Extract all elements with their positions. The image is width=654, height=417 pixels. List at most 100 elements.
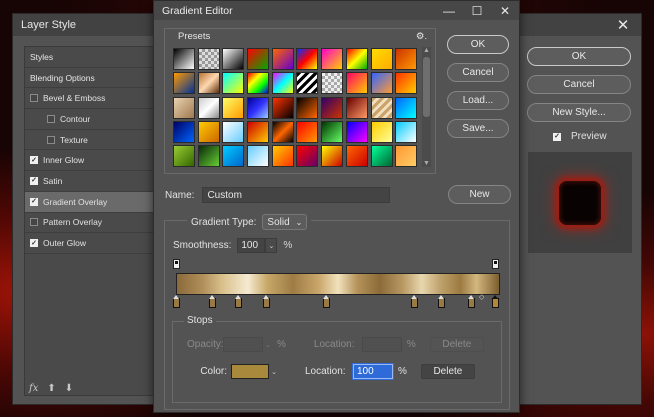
gradient-preset-swatch[interactable]: [345, 145, 368, 168]
color-stop[interactable]: [323, 295, 330, 308]
gradient-preset-swatch[interactable]: [395, 48, 418, 70]
gradient-preset-swatch[interactable]: [197, 145, 220, 168]
gradient-preset-swatch[interactable]: [370, 145, 393, 168]
gradient-preset-swatch[interactable]: [370, 72, 393, 95]
preview-toggle[interactable]: ✓ Preview: [553, 131, 631, 142]
stop-color-swatch[interactable]: [231, 364, 269, 379]
style-checkbox[interactable]: ✓: [30, 197, 38, 206]
gradient-preset-swatch[interactable]: [173, 48, 195, 70]
scroll-up-icon[interactable]: ▲: [422, 47, 431, 54]
gradient-preset-swatch[interactable]: [370, 96, 393, 119]
gradient-preset-swatch[interactable]: [173, 72, 195, 95]
style-checkbox[interactable]: ✓: [30, 176, 38, 185]
gradient-preset-swatch[interactable]: [395, 120, 418, 143]
gradient-preset-swatch[interactable]: [271, 72, 294, 95]
ok-button[interactable]: OK: [527, 47, 631, 66]
gradient-preset-swatch[interactable]: [370, 120, 393, 143]
color-stop[interactable]: [468, 295, 475, 308]
style-item[interactable]: ✓ Satin: [25, 171, 166, 192]
gradient-preset-swatch[interactable]: [271, 96, 294, 119]
gradient-preset-swatch[interactable]: [345, 72, 368, 95]
style-item[interactable]: ✓ Inner Glow: [25, 150, 166, 172]
gradient-preset-swatch[interactable]: [321, 72, 344, 95]
gradient-preset-swatch[interactable]: [247, 145, 270, 168]
gradient-preset-swatch[interactable]: [173, 120, 195, 143]
scroll-down-icon[interactable]: ▼: [422, 160, 431, 167]
style-item[interactable]: Styles: [25, 47, 166, 68]
new-button[interactable]: New: [448, 185, 511, 204]
gradient-preset-swatch[interactable]: [222, 72, 245, 95]
move-down-icon[interactable]: ⬇: [65, 383, 73, 394]
selected-color-stop[interactable]: [492, 295, 499, 308]
style-checkbox[interactable]: ✓: [30, 156, 38, 165]
load-button[interactable]: Load...: [447, 91, 509, 110]
gradient-preset-swatch[interactable]: [222, 48, 245, 70]
gradient-preset-swatch[interactable]: [370, 48, 393, 70]
gradient-preset-swatch[interactable]: [247, 120, 270, 143]
presets-label[interactable]: Presets: [178, 31, 210, 42]
preview-checkbox[interactable]: ✓: [553, 132, 561, 141]
close-icon[interactable]: ✕: [491, 4, 519, 18]
midpoint-diamond-icon[interactable]: ◇: [479, 293, 484, 301]
color-stop[interactable]: [411, 295, 418, 308]
gradient-preset-swatch[interactable]: [247, 96, 270, 119]
gradient-preset-swatch[interactable]: [222, 120, 245, 143]
gradient-preset-swatch[interactable]: [271, 145, 294, 168]
chevron-down-icon[interactable]: ⌄: [265, 238, 278, 253]
gradient-preset-swatch[interactable]: [321, 120, 344, 143]
gear-icon[interactable]: ⚙.: [416, 31, 427, 42]
gradient-preset-swatch[interactable]: [222, 145, 245, 168]
name-input[interactable]: Custom: [202, 187, 391, 203]
chevron-down-icon[interactable]: ⌄: [269, 364, 279, 379]
gradient-preset-swatch[interactable]: [395, 96, 418, 119]
color-stop[interactable]: [209, 295, 216, 308]
style-item[interactable]: ✓ Gradient Overlay: [25, 191, 166, 213]
presets-scrollbar[interactable]: ▲ ▼: [422, 47, 431, 167]
gradient-preset-swatch[interactable]: [321, 48, 344, 70]
color-stop[interactable]: [235, 295, 242, 308]
gradient-preset-swatch[interactable]: [197, 96, 220, 119]
style-item[interactable]: ✓ Outer Glow: [25, 233, 166, 254]
gradient-preset-swatch[interactable]: [345, 120, 368, 143]
style-item[interactable]: Bevel & Emboss: [25, 88, 166, 110]
gradient-preset-swatch[interactable]: [271, 48, 294, 70]
gradient-preset-swatch[interactable]: [222, 96, 245, 119]
style-checkbox[interactable]: ✓: [30, 239, 38, 248]
gradient-preset-swatch[interactable]: [247, 72, 270, 95]
fx-icon[interactable]: fx: [29, 383, 38, 394]
gradient-preset-swatch[interactable]: [321, 96, 344, 119]
minimize-icon[interactable]: —: [435, 4, 463, 18]
gradient-preset-swatch[interactable]: [271, 120, 294, 143]
gradient-preset-swatch[interactable]: [173, 145, 195, 168]
gradient-preset-swatch[interactable]: [173, 96, 195, 119]
opacity-stop[interactable]: [492, 259, 499, 269]
gradient-preset-swatch[interactable]: [321, 145, 344, 168]
delete-color-stop-button[interactable]: Delete: [420, 364, 475, 379]
gradient-preset-swatch[interactable]: [345, 48, 368, 70]
color-stop[interactable]: [263, 295, 270, 308]
maximize-icon[interactable]: ☐: [463, 4, 491, 18]
gradient-preset-swatch[interactable]: [395, 72, 418, 95]
gradient-preset-swatch[interactable]: [296, 145, 319, 168]
location-input[interactable]: 100: [353, 364, 393, 379]
color-stop[interactable]: [173, 295, 180, 308]
close-icon[interactable]: ✕: [613, 15, 633, 35]
style-checkbox[interactable]: [30, 94, 38, 103]
style-checkbox[interactable]: [30, 218, 38, 227]
gradient-type-dropdown[interactable]: Solid ⌄: [262, 214, 308, 230]
color-stop[interactable]: [438, 295, 445, 308]
scrollbar-thumb[interactable]: [423, 57, 430, 117]
gradient-preset-swatch[interactable]: [247, 48, 270, 70]
gradient-preset-swatch[interactable]: [296, 72, 319, 95]
gradient-preset-swatch[interactable]: [296, 120, 319, 143]
cancel-button[interactable]: Cancel: [447, 63, 509, 82]
gradient-preset-swatch[interactable]: [296, 48, 319, 70]
ok-button[interactable]: OK: [447, 35, 509, 54]
gradient-editor-titlebar[interactable]: Gradient Editor — ☐ ✕: [154, 1, 519, 20]
gradient-preset-swatch[interactable]: [296, 96, 319, 119]
gradient-preset-swatch[interactable]: [197, 120, 220, 143]
style-checkbox[interactable]: [47, 114, 55, 123]
gradient-preset-swatch[interactable]: [197, 72, 220, 95]
gradient-preset-swatch[interactable]: [345, 96, 368, 119]
move-up-icon[interactable]: ⬆: [47, 383, 55, 394]
